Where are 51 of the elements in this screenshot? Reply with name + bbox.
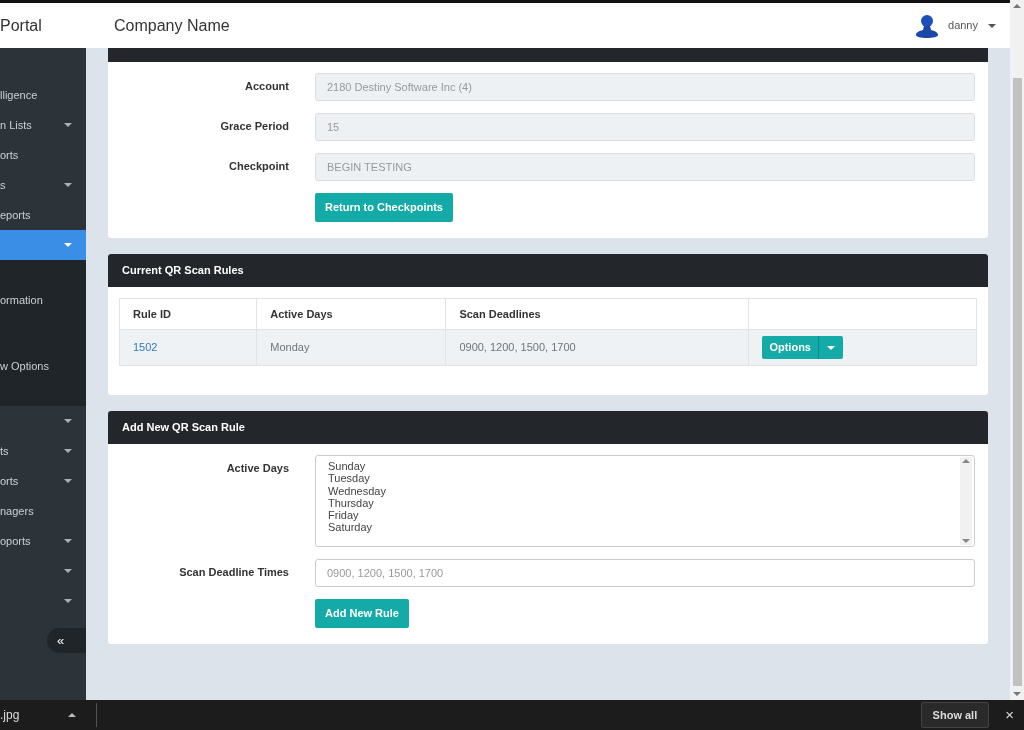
field-label: Scan Deadline Times — [178, 565, 290, 580]
sidebar-item[interactable]: orts — [0, 140, 86, 170]
scroll-down-icon — [1013, 692, 1021, 696]
list-option[interactable]: Wednesday — [328, 484, 960, 497]
rule-link[interactable]: 1502 — [133, 341, 158, 354]
scroll-up-icon — [1013, 4, 1021, 8]
sidebar-item[interactable]: eports — [0, 200, 86, 230]
table-cell: 0900, 1200, 1500, 1700 — [445, 329, 749, 366]
table-cell: Monday — [256, 329, 446, 366]
field-label: Account — [244, 79, 290, 94]
show-all-button[interactable]: Show all — [920, 701, 990, 729]
close-button[interactable]: × — [999, 702, 1020, 728]
caret-icon — [827, 346, 835, 351]
submenu-item[interactable]: ormation — [0, 284, 86, 317]
list-option[interactable]: Sunday — [328, 460, 960, 473]
sidebar-item[interactable]: oports — [0, 526, 86, 556]
dropdown-toggle-button[interactable] — [818, 336, 843, 359]
field-label: Checkpoint — [228, 159, 290, 174]
submenu-item[interactable]: w Options — [0, 350, 86, 383]
list-option[interactable]: Thursday — [328, 496, 960, 510]
download-file-name[interactable]: .jpg — [0, 706, 68, 724]
sidebar-item[interactable]: lligence — [0, 80, 86, 110]
company-name: Company Name — [114, 15, 230, 36]
brand-name[interactable]: Portal — [0, 13, 86, 38]
column-header: Rule ID — [119, 298, 257, 330]
scrollbar[interactable] — [960, 457, 972, 545]
collapse-button[interactable]: « — [47, 628, 86, 653]
list-option[interactable]: Saturday — [328, 521, 960, 534]
scroll-down-icon — [962, 539, 970, 543]
caret-icon — [988, 23, 996, 28]
sidebar-item[interactable] — [0, 230, 86, 260]
field-label: Active Days — [225, 461, 290, 476]
text-field[interactable]: 0900, 1200, 1500, 1700 — [315, 559, 975, 587]
card-header: Add New QR Scan Rule — [108, 411, 988, 444]
column-header: Active Days — [256, 298, 446, 330]
sidebar-item[interactable]: nagers — [0, 496, 86, 526]
day-list[interactable]: Sunday Tuesday Wednesday Thursday Friday Saturday — [315, 455, 975, 547]
sidebar-item[interactable]: orts — [0, 466, 86, 496]
field-label: Grace Period — [219, 119, 290, 134]
list-option[interactable]: Friday — [328, 509, 960, 522]
scroll-up-icon — [962, 459, 970, 463]
sidebar-item[interactable]: n Lists — [0, 110, 86, 140]
column-header: Scan Deadlines — [445, 298, 749, 330]
chevron-up-icon — [68, 713, 76, 717]
user-name[interactable]: danny — [948, 17, 978, 34]
sidebar-item[interactable]: ts — [0, 436, 86, 466]
card-header: Current QR Scan Rules — [108, 254, 988, 287]
list-option[interactable]: Tuesday — [328, 472, 960, 485]
sidebar-item[interactable]: s — [0, 170, 86, 200]
user-avatar-icon — [916, 13, 938, 38]
page-scrollbar[interactable] — [1010, 0, 1024, 700]
